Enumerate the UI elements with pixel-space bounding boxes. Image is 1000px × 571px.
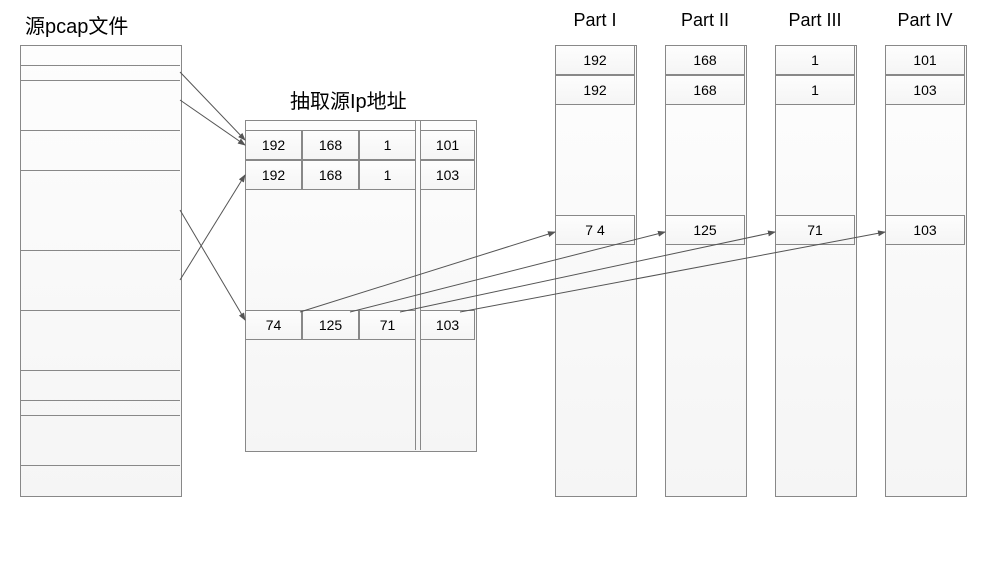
- ip-cell-r2-o3: 1: [359, 160, 416, 190]
- pcap-divider: [20, 170, 180, 171]
- ip-cell-r1-o1: 192: [245, 130, 302, 160]
- extract-ip-label: 抽取源Ip地址: [290, 85, 407, 114]
- part1-label: Part I: [555, 10, 635, 31]
- ip-cell-r1-o2: 168: [302, 130, 359, 160]
- pcap-divider: [20, 130, 180, 131]
- pcap-divider: [20, 465, 180, 466]
- part4-v2: 103: [885, 75, 965, 105]
- pcap-divider: [20, 310, 180, 311]
- pcap-divider: [20, 370, 180, 371]
- arrow-pcap-cross1: [180, 175, 245, 280]
- ip-cell-r2-o1: 192: [245, 160, 302, 190]
- part2-v3: 125: [665, 215, 745, 245]
- part4-label: Part IV: [885, 10, 965, 31]
- arrow-pcap-row1b: [180, 100, 245, 145]
- part1-v2: 192: [555, 75, 635, 105]
- pcap-divider: [20, 80, 180, 81]
- part2-v1: 168: [665, 45, 745, 75]
- ip-cell-r3-o1: 74: [245, 310, 302, 340]
- part1-column: [555, 45, 637, 497]
- arrow-pcap-row1a: [180, 72, 245, 140]
- part4-v3: 103: [885, 215, 965, 245]
- ip-cell-r3-o2: 125: [302, 310, 359, 340]
- ip-cell-r3-o3: 71: [359, 310, 416, 340]
- part3-v1: 1: [775, 45, 855, 75]
- ip-cell-r1-o4: 101: [420, 130, 475, 160]
- part4-v1: 101: [885, 45, 965, 75]
- ip-cell-r3-o4: 103: [420, 310, 475, 340]
- part3-v3: 71: [775, 215, 855, 245]
- part2-label: Part II: [665, 10, 745, 31]
- part1-v3: 7 4: [555, 215, 635, 245]
- part2-v2: 168: [665, 75, 745, 105]
- part1-v1: 192: [555, 45, 635, 75]
- ip-cell-r1-o3: 1: [359, 130, 416, 160]
- ip-cell-r2-o4: 103: [420, 160, 475, 190]
- ip-cell-r2-o2: 168: [302, 160, 359, 190]
- arrow-pcap-cross2: [180, 210, 245, 320]
- part3-v2: 1: [775, 75, 855, 105]
- part3-column: [775, 45, 857, 497]
- pcap-divider: [20, 65, 180, 66]
- part3-label: Part III: [775, 10, 855, 31]
- source-pcap-column: [20, 45, 182, 497]
- pcap-divider: [20, 400, 180, 401]
- pcap-divider: [20, 250, 180, 251]
- pcap-divider: [20, 415, 180, 416]
- part4-column: [885, 45, 967, 497]
- source-pcap-label: 源pcap文件: [25, 10, 128, 39]
- part2-column: [665, 45, 747, 497]
